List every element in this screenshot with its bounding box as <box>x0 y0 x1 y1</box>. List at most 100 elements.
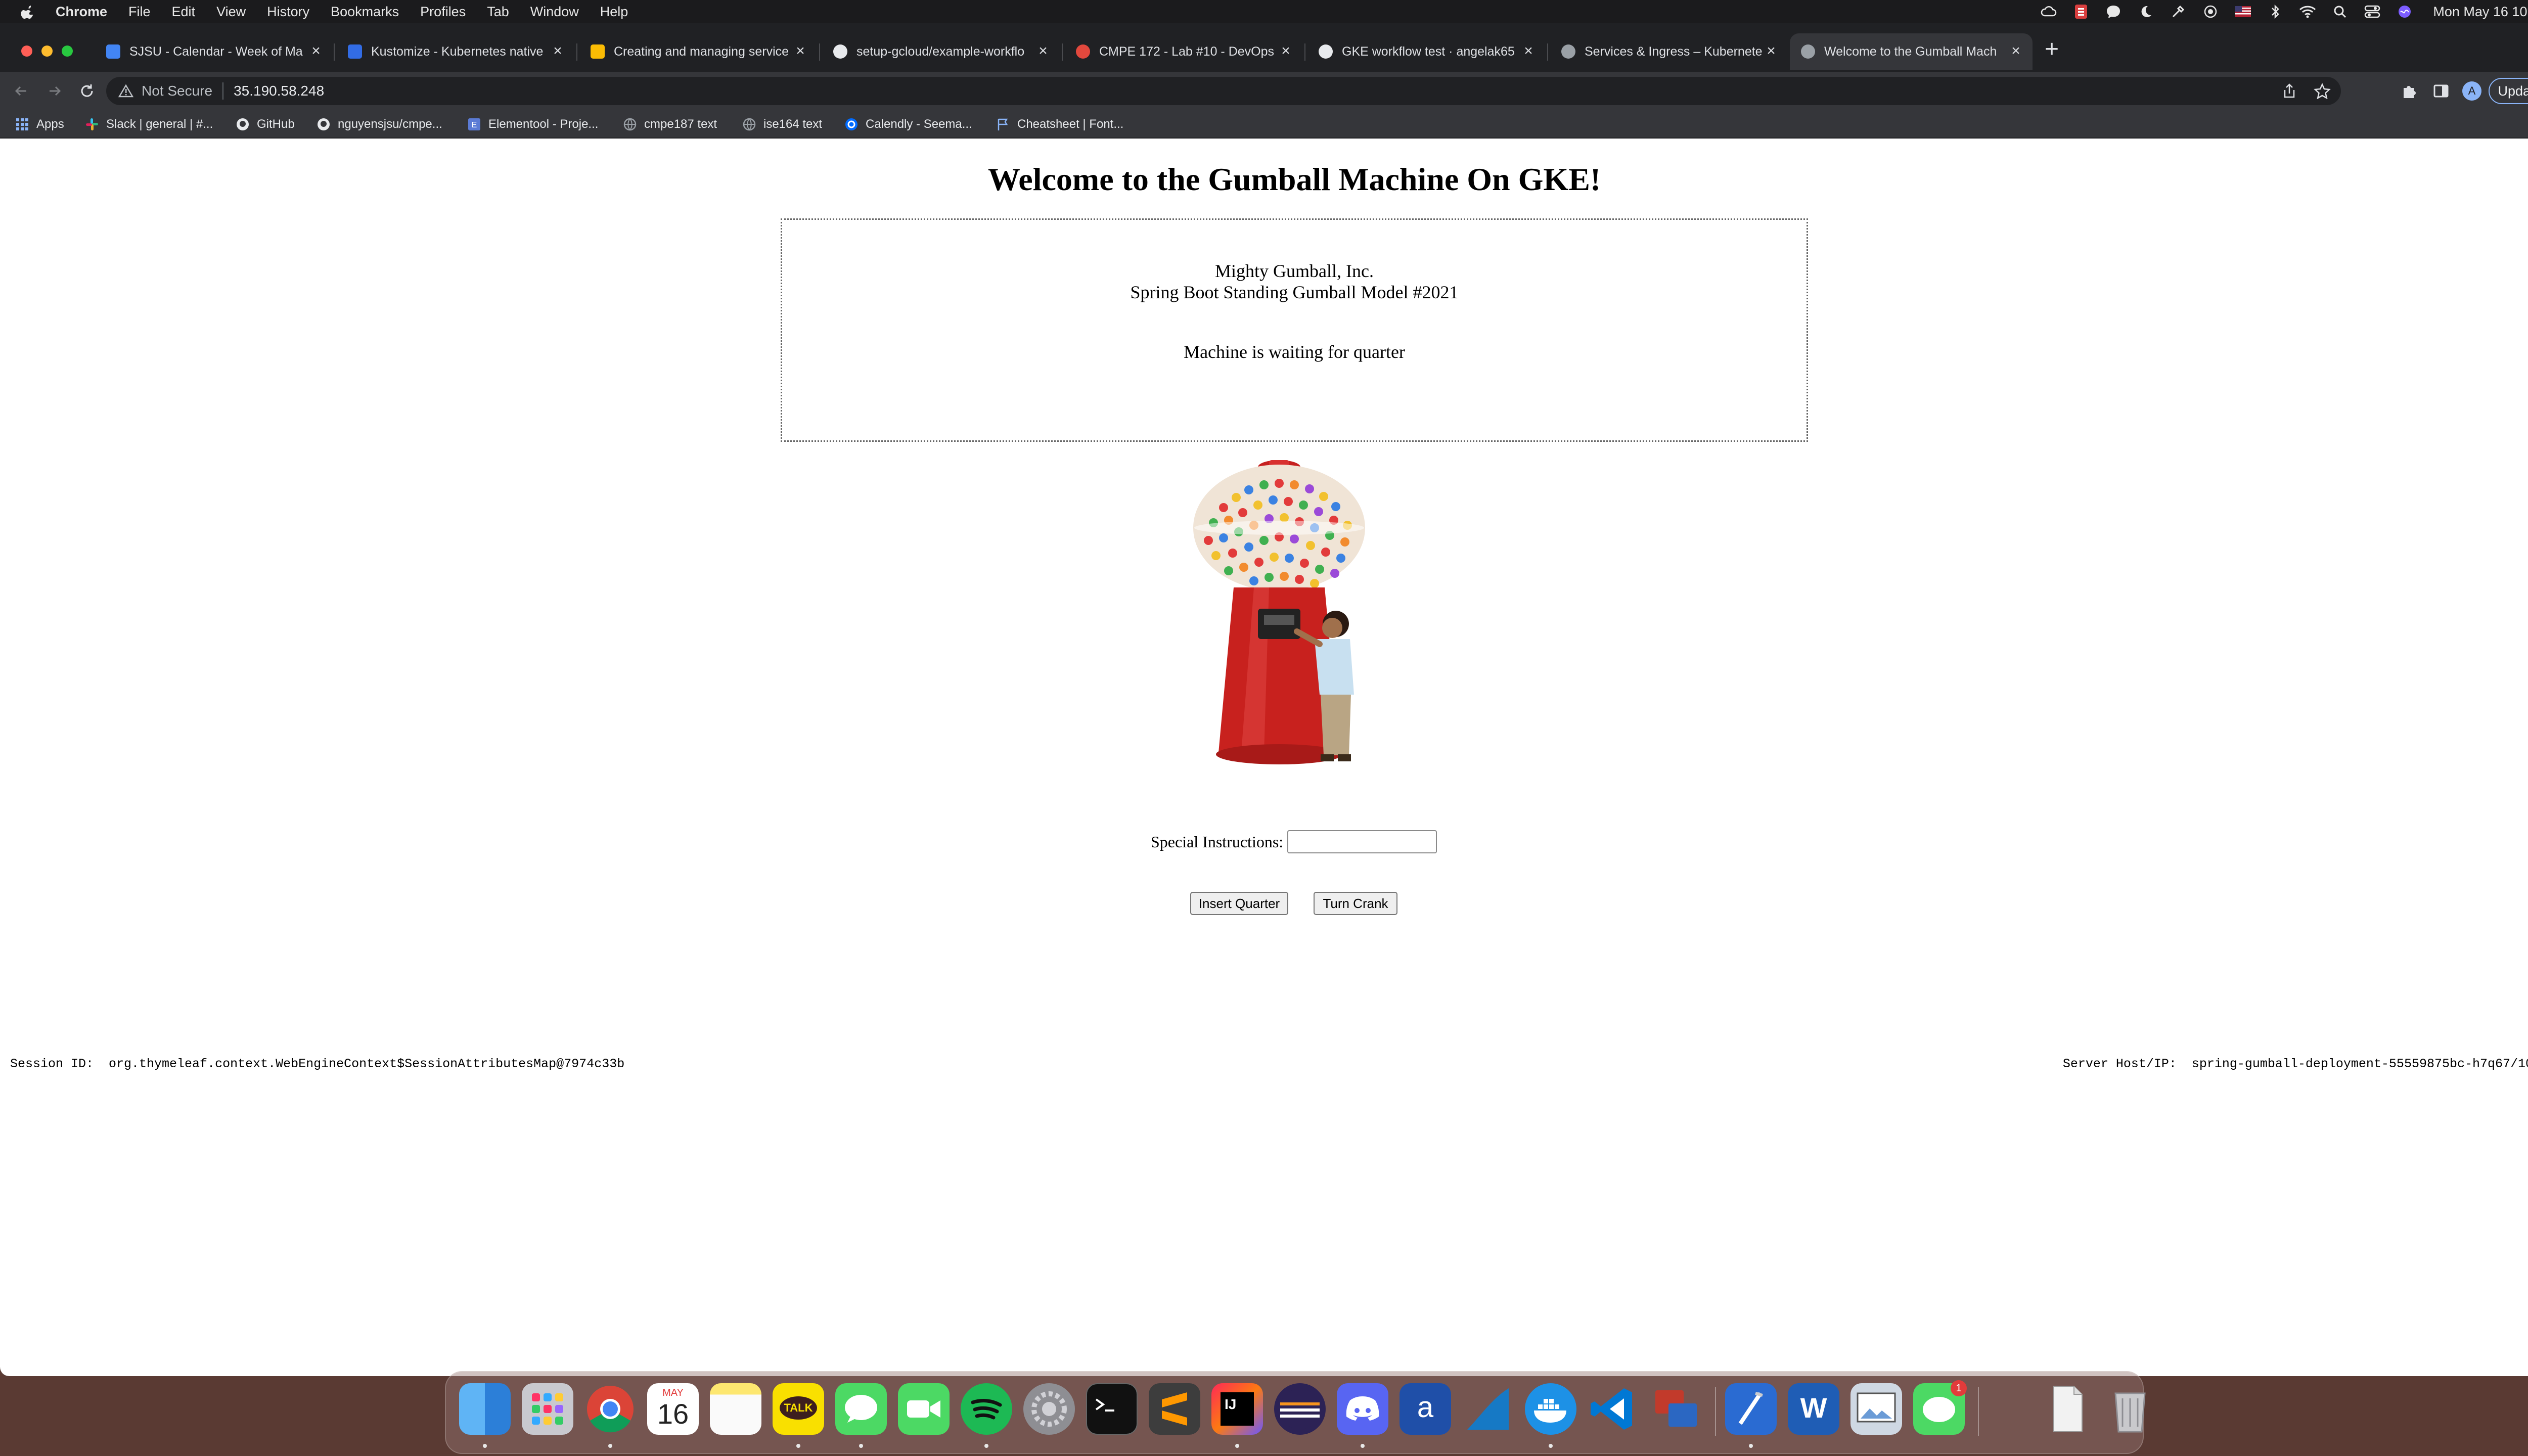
reload-icon[interactable] <box>77 81 97 101</box>
menu-profiles[interactable]: Profiles <box>420 4 466 20</box>
close-tab-icon[interactable]: × <box>793 43 808 59</box>
bookmark-apps[interactable]: Apps <box>15 115 64 133</box>
share-icon[interactable] <box>2282 83 2296 99</box>
document-icon[interactable] <box>2042 1383 2093 1435</box>
bookmark-github[interactable]: GitHub <box>236 115 295 133</box>
zoom-window-button[interactable] <box>62 46 73 57</box>
extensions-puzzle-icon[interactable] <box>2400 79 2418 103</box>
spotify-icon[interactable] <box>961 1383 1012 1435</box>
finder-icon[interactable] <box>459 1383 511 1435</box>
wifi-icon[interactable] <box>2298 4 2317 19</box>
tool-icon[interactable] <box>2169 4 2187 19</box>
astah-icon[interactable]: a <box>1400 1383 1451 1435</box>
tab-sjsu-calendar[interactable]: SJSU - Calendar - Week of Ma × <box>95 33 333 70</box>
remote-desktop-icon[interactable] <box>1650 1383 1702 1435</box>
tab-services-ingress[interactable]: Services & Ingress – Kubernete × <box>1550 33 1788 70</box>
messages-badge-icon[interactable]: 1 <box>1913 1380 1967 1435</box>
tab-gke-workflow[interactable]: GKE workflow test · angelak65 × <box>1307 33 1545 70</box>
spotlight-search-icon[interactable] <box>2331 4 2349 19</box>
tab-creating-services[interactable]: Creating and managing service × <box>579 33 817 70</box>
bookmark-label: Elementool - Proje... <box>488 117 599 131</box>
address-bar[interactable]: Not Secure 35.190.58.248 <box>106 77 2341 105</box>
bookmark-calendly[interactable]: Calendly - Seema... <box>844 115 972 133</box>
bookmark-cheatsheet[interactable]: Cheatsheet | Font... <box>996 115 1123 133</box>
close-window-button[interactable] <box>21 46 32 57</box>
menu-history[interactable]: History <box>267 4 309 20</box>
turn-crank-button[interactable]: Turn Crank <box>1314 892 1397 915</box>
svg-text:E: E <box>472 121 477 129</box>
menu-file[interactable]: File <box>128 4 151 20</box>
menu-app-name[interactable]: Chrome <box>56 4 107 20</box>
forward-arrow-icon[interactable] <box>44 81 65 101</box>
menu-tab[interactable]: Tab <box>487 4 509 20</box>
chat-bubble-icon[interactable] <box>2104 4 2123 19</box>
discord-icon[interactable] <box>1337 1383 1388 1435</box>
moon-icon[interactable] <box>2137 4 2155 19</box>
menubar-clock[interactable]: Mon May 16 10:30 PM <box>2433 4 2528 20</box>
tab-setup-gcloud[interactable]: setup-gcloud/example-workflo × <box>822 33 1060 70</box>
warning-triangle-icon[interactable] <box>118 84 133 98</box>
url-text[interactable]: 35.190.58.248 <box>234 83 324 99</box>
tab-cmpe172-lab[interactable]: CMPE 172 - Lab #10 - DevOps × <box>1065 33 1302 70</box>
calendar-icon[interactable]: MAY 16 <box>647 1383 699 1435</box>
eclipse-icon[interactable] <box>1274 1383 1326 1435</box>
bookmark-ise164[interactable]: ise164 text <box>742 115 822 133</box>
intellij-icon[interactable]: IJ <box>1211 1383 1263 1435</box>
menu-window[interactable]: Window <box>530 4 579 20</box>
insert-quarter-button[interactable]: Insert Quarter <box>1190 892 1288 915</box>
notes-icon[interactable] <box>710 1383 761 1435</box>
not-secure-label[interactable]: Not Secure <box>142 83 212 99</box>
tab-gumball-active[interactable]: Welcome to the Gumball Mach × <box>1790 33 2033 70</box>
apple-icon[interactable] <box>21 4 35 20</box>
tab-title: Services & Ingress – Kubernete <box>1585 44 1763 59</box>
docker-icon[interactable] <box>1525 1383 1576 1435</box>
control-center-icon[interactable] <box>2363 4 2381 19</box>
minimize-window-button[interactable] <box>41 46 53 57</box>
us-flag-icon[interactable] <box>2234 4 2252 19</box>
special-instructions-input[interactable] <box>1287 830 1437 853</box>
launchpad-icon[interactable] <box>522 1383 573 1435</box>
terminal-icon[interactable] <box>1086 1383 1138 1435</box>
close-tab-icon[interactable]: × <box>308 43 324 59</box>
cloud-sync-icon[interactable] <box>2040 4 2058 19</box>
close-tab-icon[interactable]: × <box>2008 43 2023 59</box>
wireshark-icon[interactable] <box>1462 1383 1514 1435</box>
globe-icon <box>623 118 637 131</box>
new-tab-button[interactable]: + <box>2040 37 2064 63</box>
bookmark-cmpe187[interactable]: cmpe187 text <box>623 115 717 133</box>
messages-icon[interactable] <box>835 1383 887 1435</box>
kakaotalk-icon[interactable]: TALK <box>773 1383 824 1435</box>
back-arrow-icon[interactable] <box>11 81 31 101</box>
xcode-icon[interactable] <box>1725 1383 1777 1435</box>
word-icon[interactable]: W <box>1788 1383 1839 1435</box>
chrome-icon[interactable] <box>584 1383 636 1435</box>
system-preferences-icon[interactable] <box>1023 1383 1075 1435</box>
security-shield-icon[interactable] <box>2072 4 2090 19</box>
close-tab-icon[interactable]: × <box>550 43 565 59</box>
vscode-icon[interactable] <box>1588 1383 1639 1435</box>
bookmark-star-icon[interactable] <box>2314 83 2331 99</box>
close-tab-icon[interactable]: × <box>1278 43 1293 59</box>
sublime-text-icon[interactable] <box>1149 1383 1200 1435</box>
bluetooth-icon[interactable] <box>2266 4 2284 19</box>
bookmark-nguyensjsu[interactable]: nguyensjsu/cmpe... <box>317 115 442 133</box>
record-icon[interactable] <box>2201 4 2220 19</box>
close-tab-icon[interactable]: × <box>1035 43 1051 59</box>
profile-avatar[interactable]: A <box>2462 81 2481 101</box>
side-panel-icon[interactable] <box>2432 79 2450 103</box>
bookmark-slack[interactable]: Slack | general | #... <box>85 115 213 133</box>
facetime-icon[interactable] <box>898 1383 950 1435</box>
siri-icon[interactable] <box>2396 4 2414 19</box>
menu-bookmarks[interactable]: Bookmarks <box>331 4 399 20</box>
bookmark-elementool[interactable]: E Elementool - Proje... <box>467 115 598 133</box>
update-button[interactable]: Update ⋮ <box>2489 78 2528 104</box>
menu-edit[interactable]: Edit <box>172 4 196 20</box>
menu-help[interactable]: Help <box>600 4 628 20</box>
preview-icon[interactable] <box>1850 1383 1902 1435</box>
close-tab-icon[interactable]: × <box>1764 43 1779 59</box>
tab-kustomize[interactable]: Kustomize - Kubernetes native × <box>337 33 574 70</box>
menu-view[interactable]: View <box>216 4 246 20</box>
close-tab-icon[interactable]: × <box>1521 43 1536 59</box>
trash-icon[interactable] <box>2104 1383 2156 1435</box>
dock-divider <box>1715 1387 1716 1436</box>
